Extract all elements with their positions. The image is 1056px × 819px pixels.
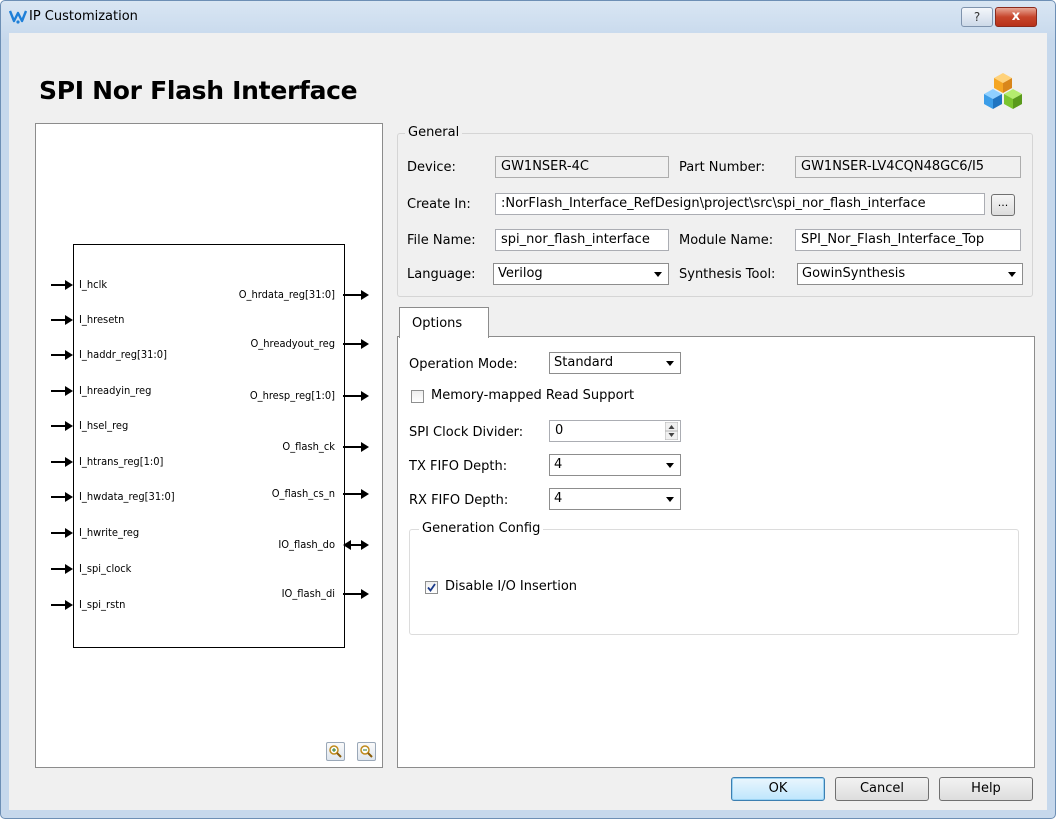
- spi-clock-divider-label: SPI Clock Divider:: [409, 425, 524, 440]
- synthesis-tool-label: Synthesis Tool:: [679, 267, 776, 282]
- operation-mode-label: Operation Mode:: [409, 357, 518, 372]
- chevron-down-icon: [666, 463, 674, 468]
- language-label: Language:: [407, 267, 476, 282]
- tx-fifo-depth-value: 4: [554, 457, 563, 472]
- output-pin-label: IO_flash_do: [278, 538, 335, 551]
- ok-button[interactable]: OK: [731, 777, 825, 801]
- title-help-button[interactable]: ?: [961, 7, 993, 27]
- help-button[interactable]: Help: [939, 777, 1033, 801]
- create-in-field[interactable]: :NorFlash_Interface_RefDesign\project\sr…: [495, 193, 985, 215]
- input-pin-label: I_spi_clock: [79, 562, 132, 575]
- module-name-field[interactable]: SPI_Nor_Flash_Interface_Top: [795, 229, 1021, 251]
- tx-fifo-depth-label: TX FIFO Depth:: [409, 459, 508, 474]
- memory-mapped-read-checkbox[interactable]: [411, 390, 424, 403]
- input-pin-label: I_hclk: [79, 278, 108, 291]
- output-pin-label: O_flash_cs_n: [271, 487, 335, 500]
- input-pin-label: I_hwrite_reg: [79, 526, 140, 539]
- file-name-field[interactable]: spi_nor_flash_interface: [495, 229, 669, 251]
- memory-mapped-read-label: Memory-mapped Read Support: [431, 388, 635, 403]
- bidirectional-arrow-icon: [343, 540, 369, 550]
- title-bar[interactable]: IP Customization ? x: [1, 1, 1055, 33]
- output-pin-label: O_hresp_reg[1:0]: [249, 389, 335, 402]
- magnifier-plus-icon: [329, 745, 342, 758]
- generation-config-legend: Generation Config: [419, 521, 544, 536]
- synthesis-tool-select[interactable]: GowinSynthesis: [797, 263, 1023, 285]
- general-legend: General: [405, 125, 463, 140]
- ip-customization-window: IP Customization ? x SPI Nor Flash Inter…: [0, 0, 1056, 819]
- arrow-right-icon: [343, 339, 369, 349]
- language-select[interactable]: Verilog: [493, 263, 669, 285]
- zoom-in-button[interactable]: [326, 742, 345, 761]
- input-pin-label: I_hreadyin_reg: [79, 384, 152, 397]
- input-pin-label: I_haddr_reg[31:0]: [79, 348, 167, 361]
- device-label: Device:: [407, 160, 456, 175]
- gowin-logo-icon: [9, 10, 27, 24]
- page-title: SPI Nor Flash Interface: [39, 76, 358, 105]
- chevron-down-icon: [1008, 272, 1016, 277]
- arrow-right-icon: [51, 600, 73, 610]
- checkmark-icon: [427, 583, 436, 592]
- output-pin-label: IO_flash_di: [281, 587, 335, 600]
- arrow-right-icon: [343, 589, 369, 599]
- disable-io-insertion-checkbox[interactable]: [425, 581, 438, 594]
- module-name-label: Module Name:: [679, 233, 774, 248]
- input-pin-label: I_spi_rstn: [79, 598, 126, 611]
- input-pin-label: I_hsel_reg: [79, 419, 129, 432]
- arrow-right-icon: [343, 489, 369, 499]
- device-field: GW1NSER-4C: [495, 156, 669, 178]
- spi-clock-divider-value: 0: [555, 423, 564, 438]
- window-title: IP Customization: [29, 9, 138, 24]
- arrow-right-icon: [343, 442, 369, 452]
- part-number-field: GW1NSER-LV4CQN48GC6/I5: [795, 156, 1021, 178]
- create-in-label: Create In:: [407, 197, 471, 212]
- arrow-right-icon: [343, 391, 369, 401]
- tx-fifo-depth-select[interactable]: 4: [549, 454, 681, 476]
- output-pin-label: O_hreadyout_reg: [250, 337, 335, 350]
- chevron-down-icon: [666, 497, 674, 502]
- input-pin-label: I_htrans_reg[1:0]: [79, 455, 164, 468]
- arrow-right-icon: [51, 421, 73, 431]
- disable-io-insertion-label: Disable I/O Insertion: [445, 579, 578, 594]
- chevron-down-icon: [666, 361, 674, 366]
- arrow-right-icon: [51, 457, 73, 467]
- arrow-right-icon: [51, 315, 73, 325]
- browse-button[interactable]: ...: [991, 194, 1015, 216]
- synthesis-tool-value: GowinSynthesis: [802, 266, 906, 281]
- tab-options-label: Options: [412, 316, 463, 331]
- arrow-right-icon: [51, 280, 73, 290]
- rx-fifo-depth-label: RX FIFO Depth:: [409, 493, 509, 508]
- cancel-button[interactable]: Cancel: [835, 777, 929, 801]
- magnifier-minus-icon: [360, 745, 373, 758]
- output-pin-label: O_hrdata_reg[31:0]: [238, 288, 335, 301]
- arrow-right-icon: [51, 492, 73, 502]
- input-pin-label: I_hresetn: [79, 313, 125, 326]
- input-pin-label: I_hwdata_reg[31:0]: [79, 490, 175, 503]
- ip-cubes-icon: [984, 73, 1022, 109]
- arrow-right-icon: [51, 350, 73, 360]
- part-number-label: Part Number:: [679, 160, 766, 175]
- rx-fifo-depth-value: 4: [554, 491, 563, 506]
- arrow-right-icon: [343, 290, 369, 300]
- zoom-out-button[interactable]: [357, 742, 376, 761]
- chevron-down-icon: [654, 272, 662, 277]
- arrow-right-icon: [51, 528, 73, 538]
- tab-options[interactable]: Options: [399, 307, 489, 338]
- arrow-right-icon: [51, 386, 73, 396]
- rx-fifo-depth-select[interactable]: 4: [549, 488, 681, 510]
- operation-mode-select[interactable]: Standard: [549, 352, 681, 374]
- close-button[interactable]: x: [995, 7, 1037, 27]
- arrow-right-icon: [51, 564, 73, 574]
- spin-arrows-icon[interactable]: [665, 422, 678, 440]
- language-value: Verilog: [498, 266, 543, 281]
- spi-clock-divider-spinbox[interactable]: 0: [549, 420, 681, 442]
- output-pin-label: O_flash_ck: [282, 440, 335, 453]
- operation-mode-value: Standard: [554, 355, 614, 370]
- file-name-label: File Name:: [407, 233, 476, 248]
